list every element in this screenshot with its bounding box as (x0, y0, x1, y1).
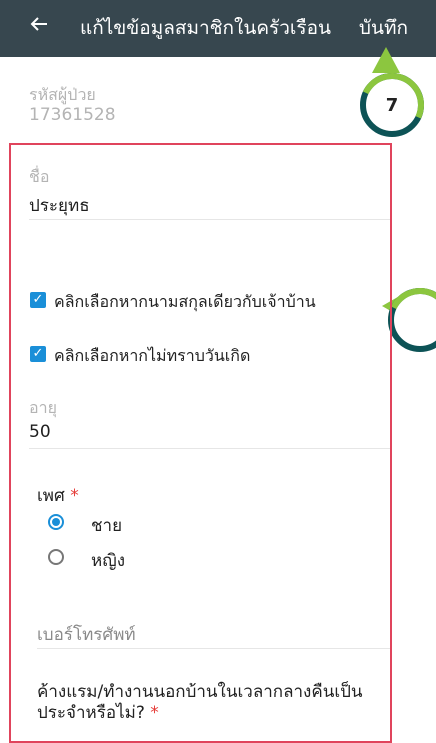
step-callout-7: 7 (354, 47, 434, 137)
phone-underline (37, 648, 390, 649)
age-underline (29, 448, 390, 449)
required-mark: * (150, 703, 159, 723)
age-label: อายุ (29, 398, 57, 417)
name-label: ชื่อ (29, 167, 50, 186)
page-title: แก้ไขข้อมูลสมาชิกในครัวเรือน (80, 17, 331, 39)
same-surname-label[interactable]: คลิกเลือกหากนามสกุลเดียวกับเจ้าบ้าน (54, 290, 316, 315)
gender-male-radio[interactable] (48, 514, 64, 530)
gender-label: เพศ * (37, 482, 79, 509)
overnight-question: ค้างแรม/ทำงานนอกบ้านในเวลากลางคืนเป็นประ… (37, 682, 389, 724)
name-field[interactable]: ประยุทธ (29, 192, 90, 219)
gender-male-label[interactable]: ชาย (91, 512, 122, 539)
required-mark: * (70, 486, 79, 506)
unknown-birthdate-checkbox[interactable]: ✓ (30, 346, 46, 362)
callout-number: 7 (385, 95, 399, 116)
gender-label-text: เพศ (37, 486, 65, 506)
save-button[interactable]: บันทึก (359, 16, 408, 40)
gender-female-radio[interactable] (48, 549, 64, 565)
name-underline (29, 219, 390, 220)
highlight-frame (9, 143, 392, 743)
back-arrow-icon[interactable] (28, 13, 54, 41)
same-surname-checkbox[interactable]: ✓ (30, 292, 46, 308)
unknown-birthdate-label[interactable]: คลิกเลือกหากไม่ทราบวันเกิด (54, 344, 250, 369)
gender-female-label[interactable]: หญิง (91, 547, 125, 574)
phone-field[interactable]: เบอร์โทรศัพท์ (37, 621, 136, 648)
callout-pointer (372, 47, 400, 73)
patient-id-value: 17361528 (29, 105, 116, 125)
overnight-question-text: ค้างแรม/ทำงานนอกบ้านในเวลากลางคืนเป็นประ… (37, 682, 363, 723)
callout-ring (388, 288, 436, 352)
age-field[interactable]: 50 (29, 422, 51, 442)
